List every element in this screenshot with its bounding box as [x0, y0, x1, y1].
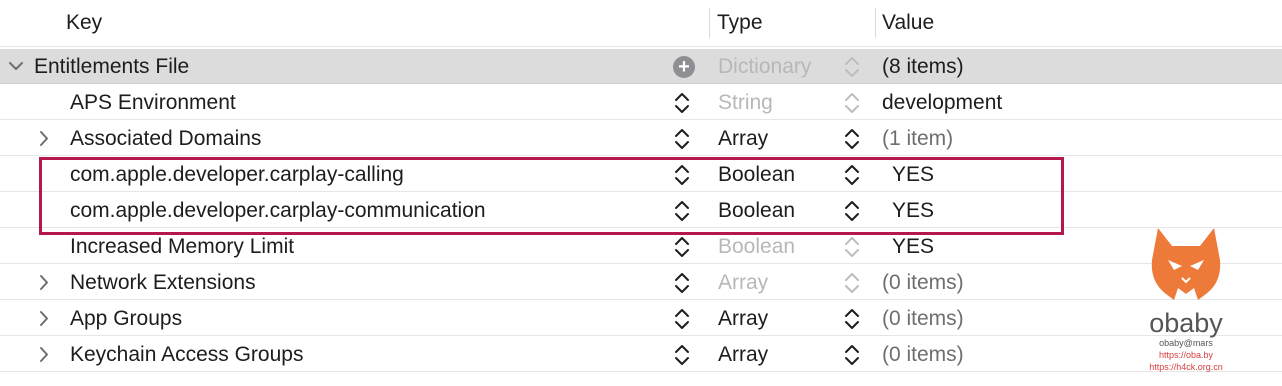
- column-header: Key Type Value: [0, 0, 1282, 47]
- row-key[interactable]: APS Environment: [70, 85, 236, 120]
- row-type[interactable]: Array: [718, 265, 768, 300]
- up-down-chevron-icon[interactable]: [673, 163, 691, 187]
- plist-editor: Key Type Value Entitlements File + Dicti…: [0, 0, 1282, 386]
- up-down-chevron-icon[interactable]: [843, 307, 861, 331]
- watermark-url: https://h4ck.org.cn: [1149, 362, 1223, 372]
- row-value: (8 items): [882, 55, 964, 78]
- row-type[interactable]: String: [718, 85, 773, 120]
- row-value[interactable]: development: [882, 85, 1002, 120]
- chevron-right-icon[interactable]: [34, 265, 54, 300]
- value-column-header[interactable]: Value: [882, 0, 934, 46]
- plist-row[interactable]: APS Environment String development: [0, 85, 1282, 120]
- key-column-header[interactable]: Key: [66, 0, 102, 46]
- row-type[interactable]: Boolean: [718, 157, 795, 192]
- up-down-chevron-icon[interactable]: [843, 235, 861, 259]
- type-column-header[interactable]: Type: [717, 0, 763, 46]
- column-divider[interactable]: [709, 8, 710, 38]
- row-key[interactable]: App Groups: [70, 301, 182, 336]
- row-type[interactable]: Boolean: [718, 193, 795, 228]
- up-down-chevron-icon[interactable]: [843, 127, 861, 151]
- row-value: (0 items): [882, 307, 964, 330]
- row-type[interactable]: Dictionary: [718, 49, 811, 84]
- up-down-chevron-icon[interactable]: [673, 199, 691, 223]
- row-type[interactable]: Array: [718, 301, 768, 336]
- plus-circle-icon[interactable]: +: [673, 56, 695, 78]
- row-type[interactable]: Array: [718, 337, 768, 372]
- row-value: (0 items): [882, 343, 964, 366]
- chevron-down-icon[interactable]: [6, 49, 26, 84]
- row-value[interactable]: YES: [892, 229, 934, 264]
- up-down-chevron-icon[interactable]: [843, 343, 861, 367]
- chevron-right-icon[interactable]: [34, 301, 54, 336]
- watermark-tag: obaby@mars: [1159, 338, 1213, 348]
- watermark: obaby obaby@mars https://oba.by https://…: [1138, 220, 1234, 380]
- up-down-chevron-icon[interactable]: [673, 343, 691, 367]
- plist-row[interactable]: Associated Domains Array (1 item): [0, 121, 1282, 156]
- up-down-chevron-icon[interactable]: [673, 91, 691, 115]
- up-down-chevron-icon[interactable]: [673, 127, 691, 151]
- up-down-chevron-icon[interactable]: [673, 307, 691, 331]
- plist-row[interactable]: Network Extensions Array (0 items): [0, 265, 1282, 300]
- chevron-right-icon[interactable]: [34, 337, 54, 372]
- up-down-chevron-icon[interactable]: [843, 55, 861, 79]
- row-value[interactable]: YES: [892, 157, 934, 192]
- row-key[interactable]: com.apple.developer.carplay-communicatio…: [70, 193, 486, 228]
- column-divider[interactable]: [875, 8, 876, 38]
- plist-row[interactable]: Keychain Access Groups Array (0 items): [0, 337, 1282, 372]
- up-down-chevron-icon[interactable]: [843, 91, 861, 115]
- row-type[interactable]: Boolean: [718, 229, 795, 264]
- row-key[interactable]: Keychain Access Groups: [70, 337, 303, 372]
- row-key[interactable]: com.apple.developer.carplay-calling: [70, 157, 404, 192]
- row-key[interactable]: Network Extensions: [70, 265, 256, 300]
- row-value: (0 items): [882, 271, 964, 294]
- row-key: Entitlements File: [34, 55, 190, 78]
- up-down-chevron-icon[interactable]: [843, 163, 861, 187]
- watermark-url: https://oba.by: [1158, 350, 1214, 360]
- row-value: (1 item): [882, 127, 954, 150]
- row-key[interactable]: Increased Memory Limit: [70, 229, 294, 264]
- up-down-chevron-icon[interactable]: [843, 271, 861, 295]
- watermark-name: obaby: [1149, 308, 1223, 338]
- plist-row[interactable]: Increased Memory Limit Boolean YES: [0, 229, 1282, 264]
- chevron-right-icon[interactable]: [34, 121, 54, 156]
- fox-logo-icon: [1151, 228, 1221, 300]
- up-down-chevron-icon[interactable]: [843, 199, 861, 223]
- up-down-chevron-icon[interactable]: [673, 271, 691, 295]
- row-value[interactable]: YES: [892, 193, 934, 228]
- up-down-chevron-icon[interactable]: [673, 235, 691, 259]
- plist-row[interactable]: com.apple.developer.carplay-communicatio…: [0, 193, 1282, 228]
- row-type[interactable]: Array: [718, 121, 768, 156]
- plist-row[interactable]: com.apple.developer.carplay-calling Bool…: [0, 157, 1282, 192]
- plist-row-root[interactable]: Entitlements File + Dictionary (8 items): [0, 49, 1282, 84]
- row-key[interactable]: Associated Domains: [70, 121, 261, 156]
- plist-row[interactable]: App Groups Array (0 items): [0, 301, 1282, 336]
